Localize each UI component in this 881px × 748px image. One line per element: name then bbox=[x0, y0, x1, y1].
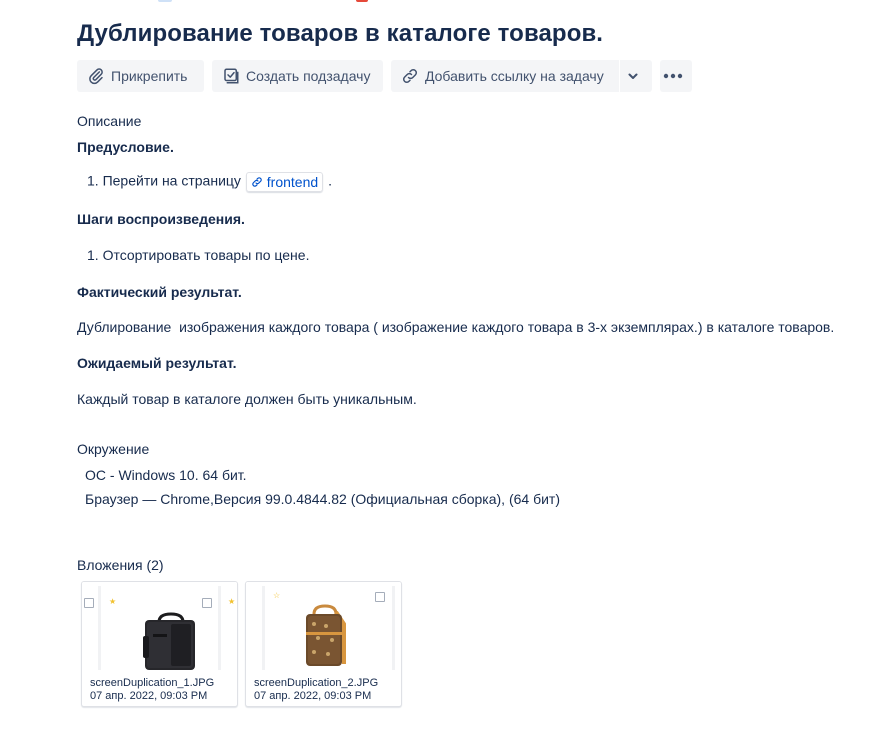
list-number: 1. bbox=[87, 247, 99, 263]
chain-link-icon bbox=[252, 177, 262, 187]
actual-result-text: Дублирование изображения каждого товара … bbox=[77, 319, 835, 335]
attachments-label: Вложения (2) bbox=[77, 557, 164, 573]
list-number: 1. bbox=[87, 172, 99, 189]
more-dots-icon bbox=[663, 73, 683, 79]
precondition-list-item: 1. Перейти на страницу frontend . bbox=[87, 172, 332, 192]
precondition-heading: Предусловие. bbox=[77, 139, 174, 155]
add-issue-link-label: Добавить ссылку на задачу bbox=[425, 68, 604, 84]
link-options-dropdown[interactable] bbox=[620, 60, 652, 92]
cart-icon bbox=[84, 598, 94, 608]
attachment-card[interactable]: ★ ★ screenDuplication_1.JPG 07 апр. 2022… bbox=[81, 581, 238, 707]
attachment-thumbnail[interactable]: ☆ bbox=[246, 582, 401, 674]
more-actions-button[interactable] bbox=[660, 60, 692, 92]
expected-result-text: Каждый товар в каталоге должен быть уник… bbox=[77, 391, 417, 407]
star-icon: ☆ bbox=[273, 591, 281, 600]
environment-browser: Браузер — Chrome,Версия 99.0.4844.82 (Оф… bbox=[85, 491, 560, 507]
brown-monogram-backpack-image bbox=[306, 604, 346, 666]
expected-result-heading: Ожидаемый результат. bbox=[77, 355, 237, 371]
attachment-filename: screenDuplication_1.JPG bbox=[90, 677, 215, 689]
precondition-end: . bbox=[328, 172, 332, 189]
cart-icon bbox=[202, 598, 212, 608]
top-cropped-row bbox=[80, 0, 380, 4]
precondition-text: Перейти на страницу bbox=[102, 172, 241, 189]
attach-button[interactable]: Прикрепить bbox=[77, 60, 204, 92]
star-icon: ★ bbox=[228, 597, 236, 606]
create-subtask-button[interactable]: Создать подзадачу bbox=[212, 60, 383, 92]
attachment-date: 07 апр. 2022, 09:03 PM bbox=[254, 690, 372, 702]
chain-link-icon bbox=[402, 68, 418, 84]
attachment-date: 07 апр. 2022, 09:03 PM bbox=[90, 690, 208, 702]
cart-icon bbox=[375, 592, 385, 602]
steps-text: Отсортировать товары по цене. bbox=[102, 247, 310, 263]
actual-result-heading: Фактический результат. bbox=[77, 284, 242, 300]
add-issue-link-button[interactable]: Добавить ссылку на задачу bbox=[391, 60, 619, 92]
checkbox-subtask-icon bbox=[224, 68, 239, 84]
environment-os: ОС - Windows 10. 64 бит. bbox=[85, 467, 247, 483]
cropped-icon bbox=[356, 0, 368, 2]
environment-label: Окружение bbox=[77, 441, 150, 457]
attachment-filename: screenDuplication_2.JPG bbox=[254, 677, 379, 689]
attachment-thumbnail[interactable]: ★ ★ bbox=[82, 582, 237, 674]
cropped-icon bbox=[158, 0, 172, 2]
create-subtask-label: Создать подзадачу bbox=[246, 68, 371, 84]
attach-button-label: Прикрепить bbox=[111, 68, 188, 84]
issue-page: Дублирование товаров в каталоге товаров.… bbox=[0, 0, 881, 748]
issue-title[interactable]: Дублирование товаров в каталоге товаров. bbox=[77, 20, 603, 48]
steps-list-item: 1. Отсортировать товары по цене. bbox=[87, 247, 309, 263]
paperclip-icon bbox=[89, 68, 103, 85]
frontend-link-text: frontend bbox=[266, 174, 319, 190]
black-backpack-image bbox=[143, 612, 195, 670]
star-icon: ★ bbox=[109, 597, 117, 606]
chevron-down-icon bbox=[628, 73, 638, 79]
steps-heading: Шаги воспроизведения. bbox=[77, 211, 245, 227]
description-label: Описание bbox=[77, 113, 142, 129]
attachment-card[interactable]: ☆ screenDuplication_2.JPG 07 апр. 2022, … bbox=[245, 581, 402, 707]
frontend-smart-link[interactable]: frontend bbox=[245, 172, 324, 192]
